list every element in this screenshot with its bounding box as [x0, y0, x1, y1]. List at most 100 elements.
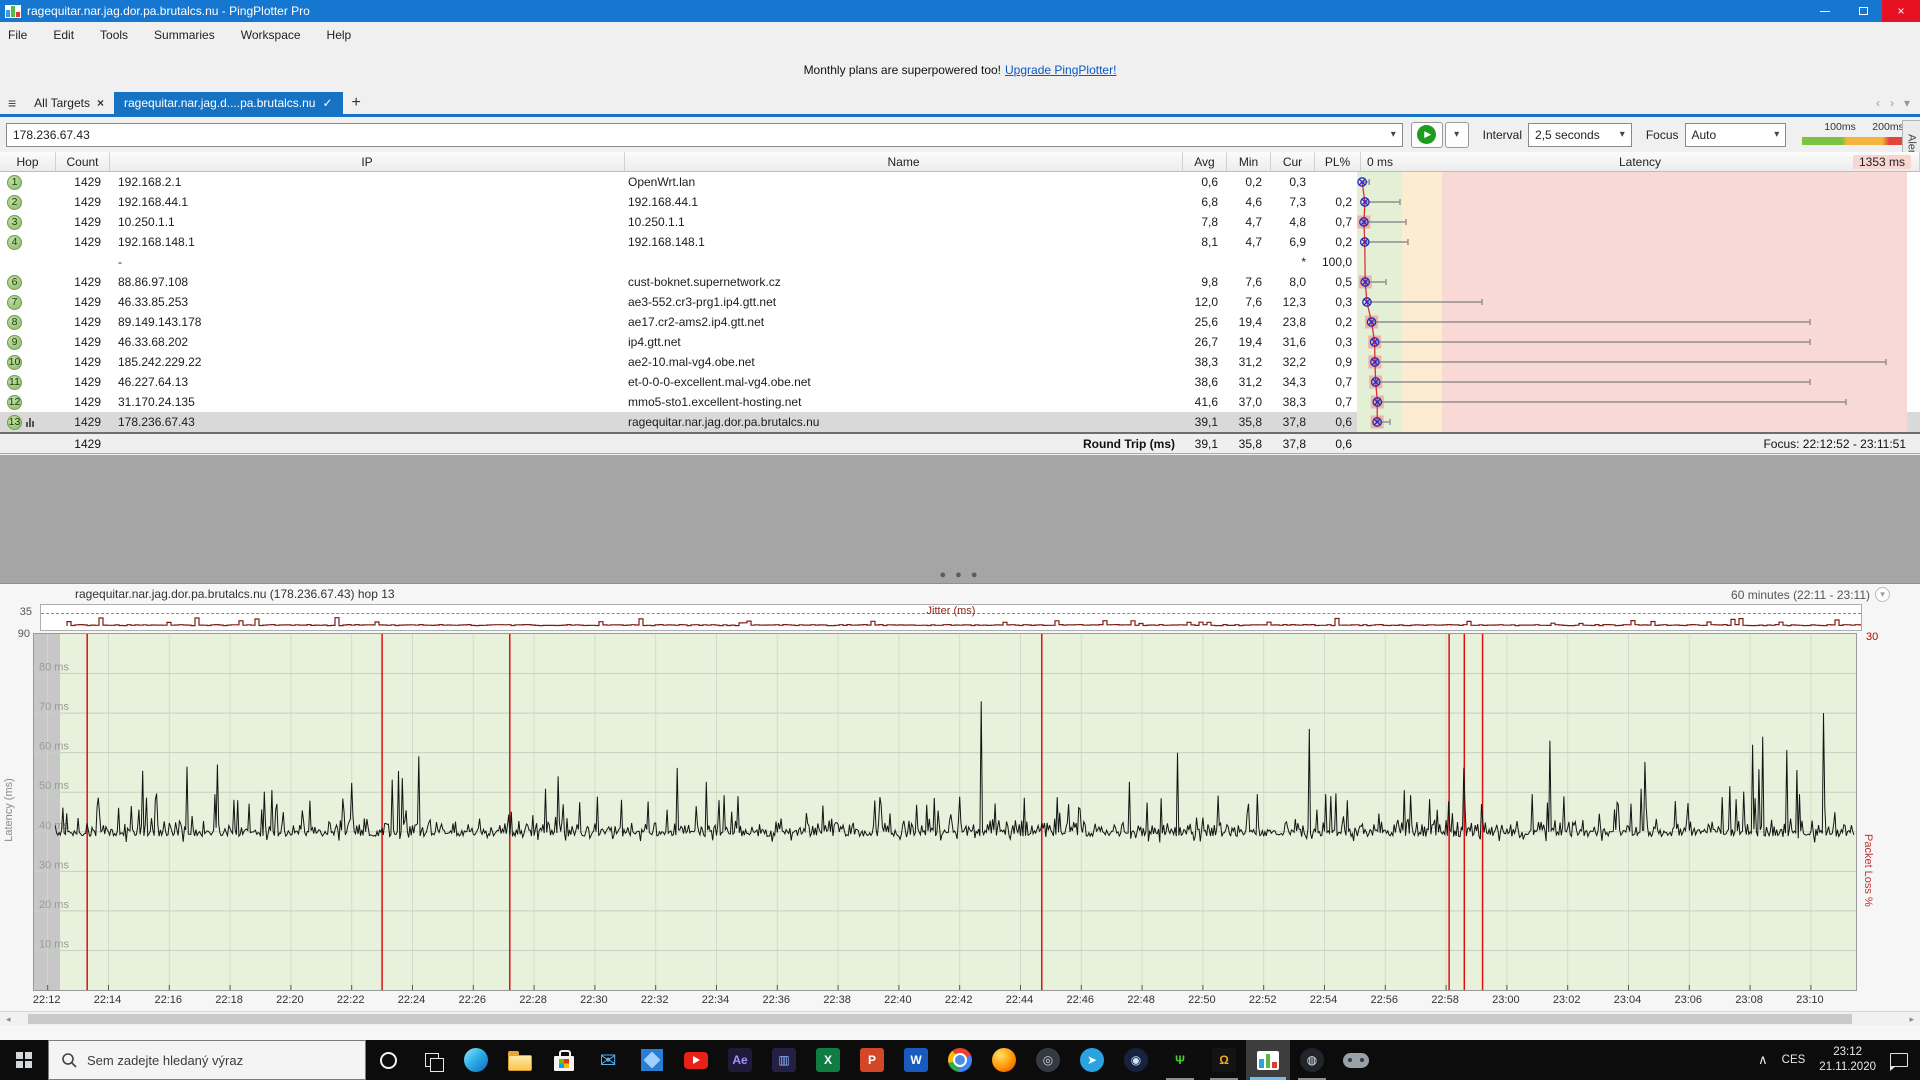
cell-min: 37,0 — [1227, 392, 1271, 412]
obs-icon[interactable]: ◍ — [1290, 1040, 1334, 1080]
pingplotter-icon[interactable] — [1246, 1040, 1290, 1080]
clock[interactable]: 23:12 21.11.2020 — [1819, 1045, 1876, 1075]
word-icon-glyph: W — [904, 1048, 928, 1072]
menu-summaries[interactable]: Summaries — [154, 28, 215, 42]
scrollbar-thumb[interactable] — [28, 1014, 1852, 1024]
col-header-cur[interactable]: Cur — [1271, 152, 1315, 171]
maximize-button[interactable] — [1844, 0, 1882, 22]
interval-combobox[interactable]: 2,5 seconds ▾ — [1528, 123, 1632, 147]
tab-active-target[interactable]: ragequitar.nar.jag.d....pa.brutalcs.nu ✓ — [114, 92, 343, 114]
telegram-icon[interactable]: ➤ — [1070, 1040, 1114, 1080]
time-tick-label: 22:32 — [638, 994, 672, 1006]
chevron-right-icon[interactable]: › — [1890, 96, 1894, 110]
app-circle-icon-glyph: ◎ — [1036, 1048, 1060, 1072]
chrome-icon[interactable] — [938, 1040, 982, 1080]
promo-banner: Monthly plans are superpowered too! Upgr… — [0, 47, 1920, 92]
time-tick-label: 22:24 — [394, 994, 428, 1006]
powerpoint-icon[interactable]: P — [850, 1040, 894, 1080]
cortana-icon[interactable] — [366, 1040, 410, 1080]
time-tick-label: 22:34 — [698, 994, 732, 1006]
hop-number-badge: 12 — [7, 395, 22, 410]
tray-chevron-up-icon[interactable]: ∧ — [1758, 1052, 1768, 1068]
chevron-down-icon[interactable]: ▾ — [1875, 587, 1890, 602]
after-effects-icon[interactable]: Ae — [718, 1040, 762, 1080]
time-tick-label: 22:16 — [151, 994, 185, 1006]
taskbar-search-input[interactable]: Sem zadejte hledaný výraz — [48, 1040, 366, 1080]
time-scale-control[interactable]: 60 minutes (22:11 - 23:11) ▾ — [1731, 587, 1890, 602]
photos-icon[interactable] — [630, 1040, 674, 1080]
col-header-avg[interactable]: Avg — [1183, 152, 1227, 171]
word-icon[interactable]: W — [894, 1040, 938, 1080]
title-bar: ragequitar.nar.jag.dor.pa.brutalcs.nu - … — [0, 0, 1920, 22]
start-button[interactable] — [0, 1040, 48, 1080]
menu-tools[interactable]: Tools — [100, 28, 128, 42]
new-tab-button[interactable]: + — [343, 94, 370, 114]
video-app-icon[interactable]: ▥ — [762, 1040, 806, 1080]
col-header-count[interactable]: Count — [56, 152, 110, 171]
cell-name: ae17.cr2-ams2.ip4.gtt.net — [625, 312, 1183, 332]
tab-all-targets[interactable]: All Targets × — [24, 92, 114, 114]
start-trace-button[interactable]: ▶ — [1411, 122, 1443, 148]
youtube-icon[interactable] — [674, 1040, 718, 1080]
minimize-button[interactable] — [1806, 0, 1844, 22]
dropdown-arrow-icon[interactable]: ▾ — [1612, 129, 1625, 140]
action-center-icon[interactable] — [1890, 1053, 1908, 1067]
store-icon[interactable] — [542, 1040, 586, 1080]
time-tick-label: 22:44 — [1002, 994, 1036, 1006]
game-controller-icon[interactable] — [1334, 1040, 1378, 1080]
firefox-icon[interactable] — [982, 1040, 1026, 1080]
dropdown-arrow-icon[interactable]: ▾ — [1383, 129, 1396, 140]
razer-icon[interactable]: Ψ — [1158, 1040, 1202, 1080]
cell-name — [625, 252, 1183, 272]
cell-count: 1429 — [56, 332, 110, 352]
excel-icon[interactable]: X — [806, 1040, 850, 1080]
steam-icon[interactable]: ◉ — [1114, 1040, 1158, 1080]
cell-count: 1429 — [56, 272, 110, 292]
latency-timeline-chart[interactable]: 10 ms20 ms30 ms40 ms50 ms60 ms70 ms80 ms — [33, 633, 1857, 991]
file-explorer-icon[interactable] — [498, 1040, 542, 1080]
target-address-combobox[interactable]: 178.236.67.43 ▾ — [6, 123, 1403, 147]
col-header-pl[interactable]: PL% — [1315, 152, 1361, 171]
horizontal-scrollbar[interactable]: ◂ ▸ — [0, 1011, 1920, 1025]
focus-combobox[interactable]: Auto ▾ — [1685, 123, 1787, 147]
pane-splitter-handle[interactable]: ● ● ● — [0, 569, 1920, 581]
edge-icon[interactable] — [454, 1040, 498, 1080]
round-trip-avg: 39,1 — [1183, 434, 1227, 453]
cell-ip: 185.242.229.22 — [110, 352, 625, 372]
cell-name: OpenWrt.lan — [625, 172, 1183, 192]
chevron-down-icon[interactable]: ▾ — [1904, 96, 1910, 110]
col-header-hop[interactable]: Hop — [0, 152, 56, 171]
col-header-name[interactable]: Name — [625, 152, 1183, 171]
mail-icon[interactable]: ✉ — [586, 1040, 630, 1080]
close-tab-icon[interactable]: × — [97, 96, 104, 110]
time-tick-label: 22:22 — [334, 994, 368, 1006]
time-tick-label: 22:28 — [516, 994, 550, 1006]
cell-avg: 26,7 — [1183, 332, 1227, 352]
cell-cur: * — [1271, 252, 1315, 272]
menu-file[interactable]: File — [8, 28, 27, 42]
col-header-min[interactable]: Min — [1227, 152, 1271, 171]
audio-app-icon[interactable]: Ω — [1202, 1040, 1246, 1080]
cell-pl: 0,2 — [1315, 232, 1361, 252]
scroll-left-icon[interactable]: ◂ — [6, 1014, 11, 1025]
col-header-ip[interactable]: IP — [110, 152, 625, 171]
tab-menu-icon[interactable]: ≡ — [0, 95, 24, 114]
menu-help[interactable]: Help — [327, 28, 352, 42]
menu-workspace[interactable]: Workspace — [241, 28, 301, 42]
menu-edit[interactable]: Edit — [53, 28, 74, 42]
app-circle-icon[interactable]: ◎ — [1026, 1040, 1070, 1080]
scroll-right-icon[interactable]: ▸ — [1909, 1014, 1914, 1025]
dropdown-arrow-icon[interactable]: ▾ — [1766, 129, 1779, 140]
task-view-icon[interactable] — [410, 1040, 454, 1080]
window-title: ragequitar.nar.jag.dor.pa.brutalcs.nu - … — [27, 4, 310, 18]
upgrade-link[interactable]: Upgrade PingPlotter! — [1005, 63, 1116, 77]
cell-count — [56, 252, 110, 272]
trace-options-dropdown[interactable]: ▾ — [1445, 122, 1469, 148]
language-indicator[interactable]: CES — [1782, 1054, 1806, 1066]
chevron-left-icon[interactable]: ‹ — [1876, 96, 1880, 110]
cell-cur: 6,9 — [1271, 232, 1315, 252]
cell-cur: 12,3 — [1271, 292, 1315, 312]
time-tick-label: 23:04 — [1610, 994, 1644, 1006]
round-trip-count: 1429 — [56, 434, 110, 453]
close-button[interactable]: × — [1882, 0, 1920, 22]
